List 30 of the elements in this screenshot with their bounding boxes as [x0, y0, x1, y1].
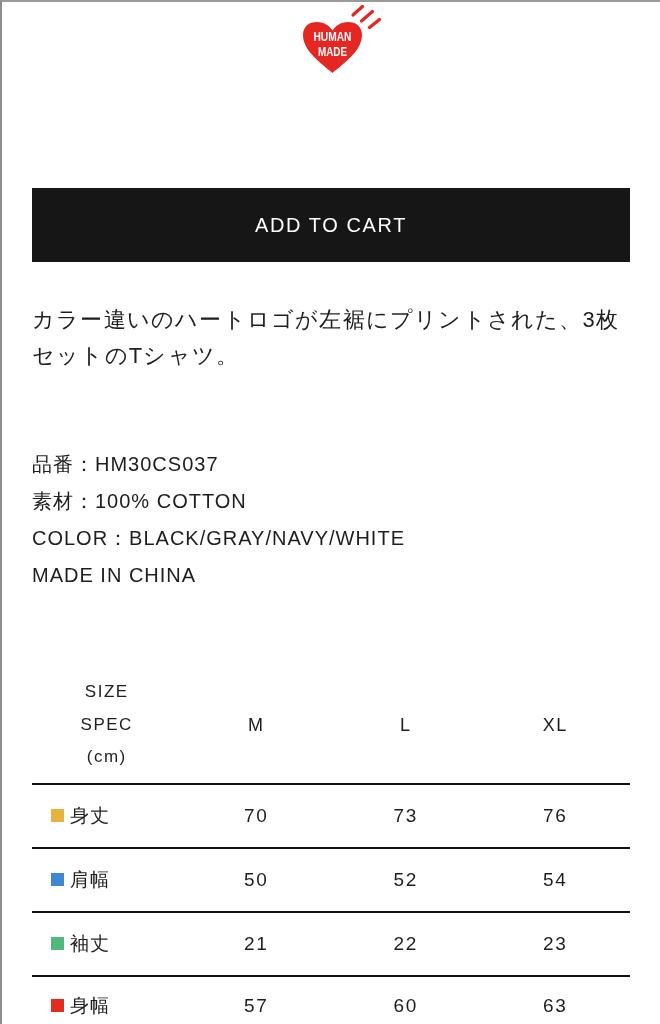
spec-line: 品番：HM30CS037 — [32, 452, 219, 477]
column-header: M — [248, 713, 265, 737]
table-cell-text: 57 — [244, 993, 269, 1018]
spec-line: COLOR：BLACK/GRAY/NAVY/WHITE — [32, 526, 405, 551]
table-cell-text: 52 — [393, 867, 418, 892]
spec-line: MADE IN CHINA — [32, 563, 197, 588]
size-spec-header: SIZE SPEC (cm) — [79, 681, 134, 768]
table-cell-text: 50 — [244, 867, 269, 892]
table-cell-text: 60 — [393, 993, 418, 1018]
row-label: 身丈 — [70, 803, 110, 828]
column-header: XL — [542, 713, 568, 737]
table-cell-text: 22 — [393, 931, 418, 956]
table-cell-text: 76 — [543, 803, 568, 828]
row-label: 袖丈 — [70, 931, 110, 956]
add-to-cart-button[interactable]: ADD TO CART — [32, 188, 630, 262]
logo-text: HUMAN — [313, 29, 361, 44]
table-cell-text: 23 — [543, 931, 568, 956]
product-description: カラー違いのハートロゴが左裾にプリントされた、3枚セットのTシャツ。 — [32, 306, 621, 370]
table-cell-text: 63 — [543, 993, 568, 1018]
stripes-icon — [351, 4, 382, 30]
table-cell-text: 54 — [543, 867, 568, 892]
table-cell-text: 21 — [244, 931, 269, 956]
row-label: 肩幅 — [70, 867, 110, 892]
heart-icon — [303, 22, 362, 73]
logo-text: MADE — [318, 44, 355, 59]
spec-line: 素材：100% COTTON — [32, 489, 247, 514]
column-header: L — [400, 713, 412, 737]
table-cell-text: 70 — [244, 803, 269, 828]
table-cell-text: 73 — [393, 803, 418, 828]
row-label: 身幅 — [70, 993, 110, 1018]
